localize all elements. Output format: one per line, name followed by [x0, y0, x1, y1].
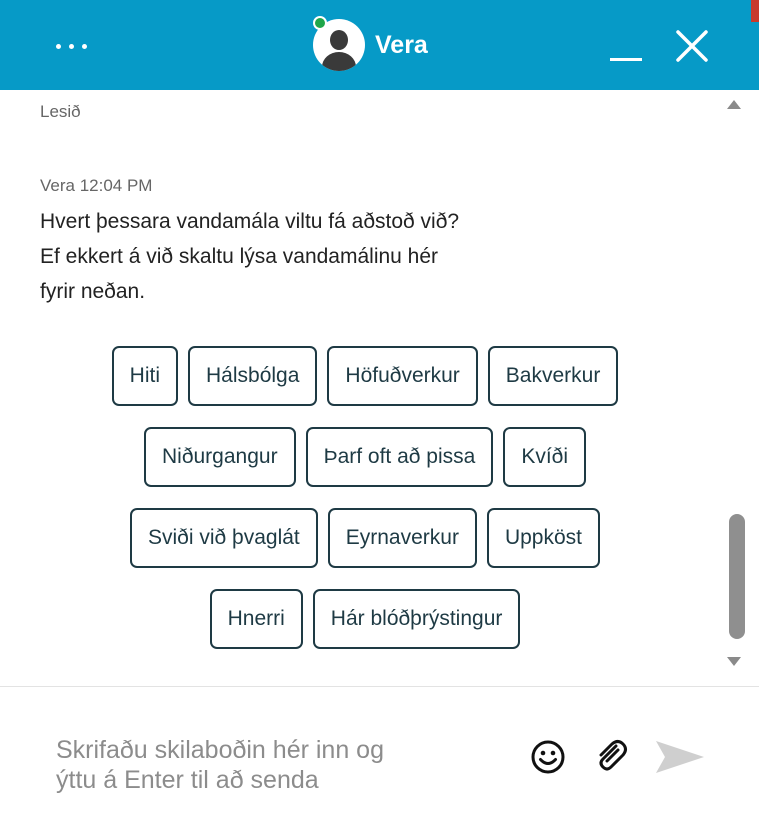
- message-input[interactable]: Skrifaðu skilaboðin hér inn og ýttu á En…: [56, 735, 496, 795]
- message-line: Hvert þessara vandamála viltu fá aðstoð …: [40, 210, 460, 233]
- quick-reply-button[interactable]: Bakverkur: [487, 346, 619, 406]
- minimize-icon[interactable]: [610, 30, 644, 64]
- placeholder-line: Skrifaðu skilaboðin hér inn og: [56, 736, 384, 764]
- window-edge: [751, 0, 759, 22]
- scroll-down-arrow-icon[interactable]: [727, 657, 741, 666]
- quick-reply-button[interactable]: Sviði við þvaglát: [130, 508, 318, 568]
- quick-reply-button[interactable]: Höfuðverkur: [327, 346, 478, 406]
- message-line: Ef ekkert á við skaltu lýsa vandamálinu …: [40, 245, 439, 268]
- message-composer: Skrifaðu skilaboðin hér inn og ýttu á En…: [0, 686, 759, 832]
- more-options-icon[interactable]: [56, 36, 100, 56]
- quick-reply-button[interactable]: Hálsbólga: [188, 346, 318, 406]
- quick-reply-row: Niðurgangur Þarf oft að pissa Kvíði: [0, 427, 730, 487]
- message-transcript[interactable]: Lesið Vera 12:04 PM Hvert þessara vandam…: [0, 90, 759, 686]
- quick-reply-button[interactable]: Hnerri: [209, 589, 303, 649]
- quick-reply-button[interactable]: Hár blóðþrýstingur: [312, 589, 521, 649]
- quick-reply-row: Sviði við þvaglát Eyrnaverkur Uppköst: [0, 508, 730, 568]
- read-status: Lesið: [40, 102, 81, 121]
- quick-reply-button[interactable]: Uppköst: [486, 508, 600, 568]
- quick-reply-row: Hnerri Hár blóðþrýstingur: [0, 589, 730, 649]
- agent-identity: Vera: [313, 17, 428, 73]
- message-line: fyrir neðan.: [40, 280, 146, 303]
- scrollbar-thumb[interactable]: [729, 514, 745, 639]
- message-text: Hvert þessara vandamála viltu fá aðstoð …: [40, 204, 640, 309]
- attach-icon[interactable]: [592, 737, 630, 775]
- placeholder-line: ýttu á Enter til að senda: [56, 766, 319, 794]
- message-sender-time: Vera 12:04 PM: [40, 176, 153, 195]
- quick-reply-button[interactable]: Eyrnaverkur: [327, 508, 477, 568]
- agent-name: Vera: [375, 30, 428, 59]
- quick-reply-button[interactable]: Hiti: [111, 346, 178, 406]
- online-status-indicator: [313, 16, 327, 30]
- close-icon[interactable]: [674, 28, 710, 64]
- send-icon[interactable]: [654, 739, 706, 775]
- quick-reply-button[interactable]: Kvíði: [503, 427, 586, 487]
- emoji-icon[interactable]: [530, 739, 566, 775]
- quick-reply-row: Hiti Hálsbólga Höfuðverkur Bakverkur: [0, 346, 730, 406]
- quick-reply-button[interactable]: Niðurgangur: [143, 427, 296, 487]
- quick-reply-button[interactable]: Þarf oft að pissa: [305, 427, 494, 487]
- scroll-up-arrow-icon[interactable]: [727, 100, 741, 109]
- chat-header: Vera: [0, 0, 759, 90]
